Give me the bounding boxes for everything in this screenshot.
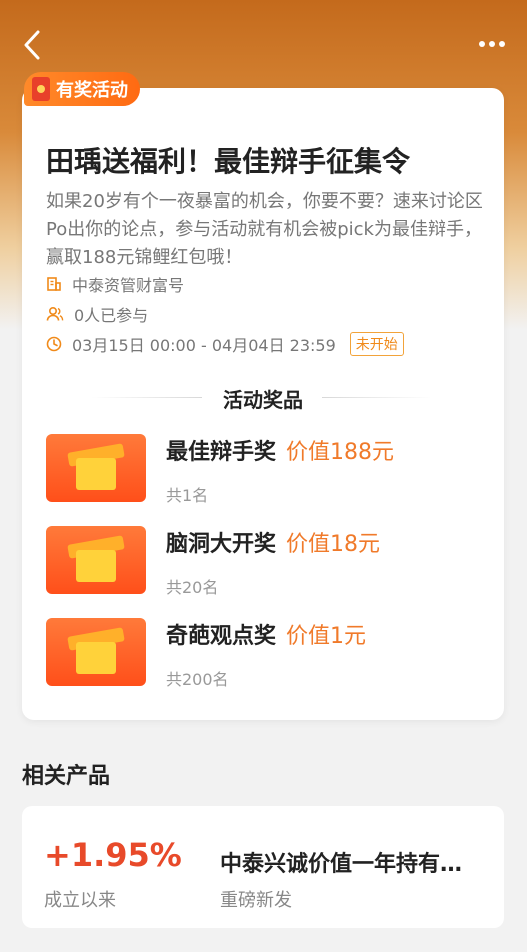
prize-name: 奇葩观点奖 价值1元: [166, 624, 367, 649]
product-return-label: 成立以来: [44, 890, 116, 911]
prize-name: 脑洞大开奖 价值18元: [166, 532, 381, 557]
prize-count: 共20名: [166, 578, 219, 597]
more-dots-icon[interactable]: [475, 30, 509, 58]
prize-item[interactable]: 最佳辩手奖 价值188元 共1名: [46, 434, 486, 506]
users-icon: [46, 306, 64, 321]
activity-description: 如果20岁有个一夜暴富的机会，你要不要？速来讨论区Po出你的论点，参与活动就有机…: [46, 191, 483, 268]
red-envelope-icon: [32, 77, 50, 101]
activity-card: 田瑀送福利！最佳辩手征集令 如果20岁有个一夜暴富的机会，你要不要？速来讨论区P…: [22, 88, 504, 720]
prize-value: 价值1元: [286, 624, 367, 649]
chevron-left-icon[interactable]: [18, 28, 46, 62]
prize-item[interactable]: 奇葩观点奖 价值1元 共200名: [46, 618, 486, 690]
time-range: 03月15日 00:00 - 04月04日 23:59: [72, 336, 336, 355]
building-icon: [47, 277, 61, 291]
prize-item[interactable]: 脑洞大开奖 价值18元 共20名: [46, 526, 486, 598]
organizer-row[interactable]: 中泰资管财富号: [46, 272, 184, 296]
prize-name: 最佳辩手奖 价值188元: [166, 440, 395, 465]
gift-box-image: [46, 618, 146, 686]
product-subtitle: 重磅新发: [220, 890, 292, 911]
gift-box-image: [46, 526, 146, 594]
prizes-section-title: 活动奖品: [223, 388, 303, 412]
prize-count: 共1名: [166, 486, 209, 505]
activity-tag: 有奖活动: [24, 72, 140, 106]
related-products-title: 相关产品: [22, 764, 111, 789]
time-row: 03月15日 00:00 - 04月04日 23:59 未开始: [46, 332, 404, 356]
product-card[interactable]: +1.95% 成立以来 中泰兴诚价值一年持有… 重磅新发: [22, 806, 504, 928]
prize-count: 共200名: [166, 670, 229, 689]
participants-count: 0人已参与: [74, 306, 149, 325]
clock-icon: [46, 336, 62, 352]
divider-right: [322, 397, 432, 398]
product-return-rate: +1.95%: [44, 836, 182, 874]
prize-value: 价值188元: [286, 440, 395, 465]
top-bar: [0, 0, 527, 80]
activity-title: 田瑀送福利！最佳辩手征集令: [46, 145, 411, 178]
prize-value: 价值18元: [286, 532, 381, 557]
organizer-name: 中泰资管财富号: [72, 276, 185, 295]
gift-box-image: [46, 434, 146, 502]
activity-tag-label: 有奖活动: [56, 80, 128, 101]
participants-row: 0人已参与: [46, 302, 148, 326]
status-badge: 未开始: [349, 332, 404, 356]
product-name: 中泰兴诚价值一年持有…: [220, 852, 463, 877]
